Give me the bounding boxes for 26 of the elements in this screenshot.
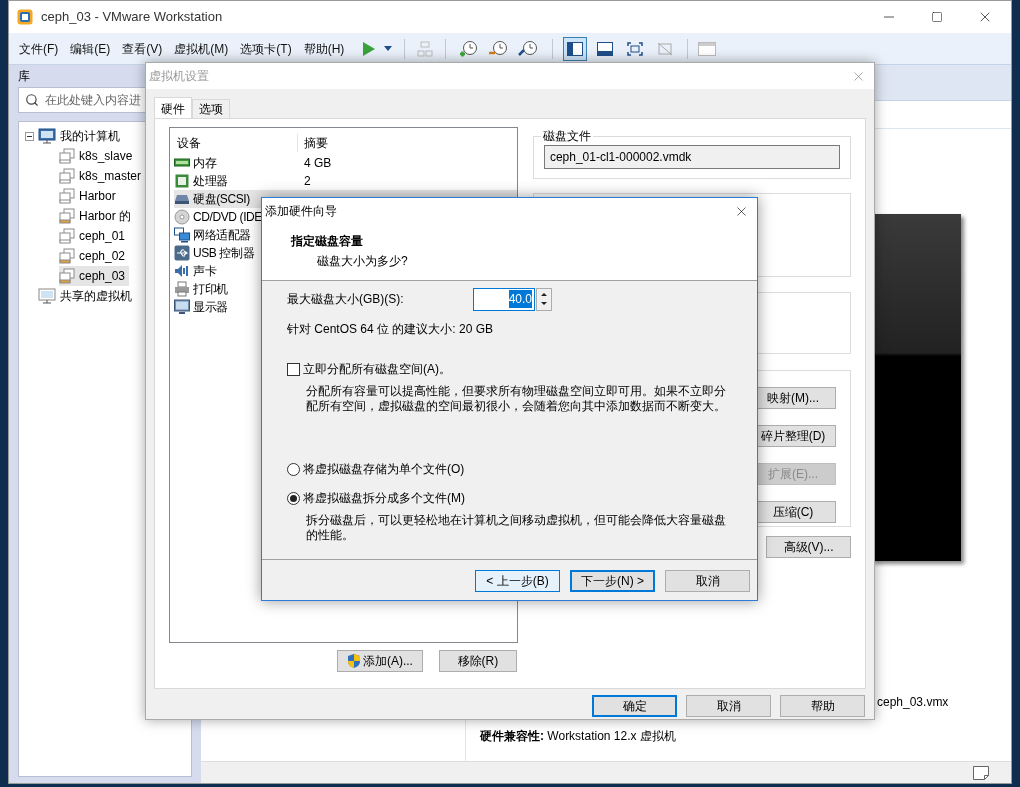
device-name: 声卡 xyxy=(193,263,217,280)
device-name: 内存 xyxy=(193,155,217,172)
library-title: 库 xyxy=(18,68,30,85)
compatibility-text: 硬件兼容性: Workstation 12.x 虚拟机 xyxy=(480,728,677,745)
allocate-description: 分配所有容量可以提高性能，但要求所有物理磁盘空间立即可用。如果不立即分配所有空间，虚拟磁盘的空间最初很小，会随着您向其中添加数据而不断变大。 xyxy=(305,384,727,414)
recommendation-text: 针对 CentOS 64 位 的建议大小: 20 GB xyxy=(287,321,495,338)
field-label: 最大磁盘大小(GB)(S): xyxy=(287,291,405,308)
device-name: USB 控制器 xyxy=(193,245,255,262)
wizard-subheading: 磁盘大小为多少? xyxy=(316,253,409,270)
device-name: 打印机 xyxy=(193,281,228,298)
tree-label: 共享的虚拟机 xyxy=(60,288,132,305)
dialog-title: 虚拟机设置 xyxy=(149,68,209,85)
split-description: 拆分磁盘后，可以更轻松地在计算机之间移动虚拟机，但可能会降低大容量磁盘的性能。 xyxy=(305,513,727,543)
device-summary: 2 xyxy=(303,173,311,190)
window-title: ceph_03 - VMware Workstation xyxy=(41,8,223,27)
device-name: 处理器 xyxy=(193,173,228,190)
device-name: 硬盘(SCSI) xyxy=(193,191,250,208)
tree-label: 我的计算机 xyxy=(60,128,120,145)
config-file-path: ceph_03.vmx xyxy=(877,694,949,711)
device-name: 网络适配器 xyxy=(193,227,251,244)
dialog-title: 添加硬件向导 xyxy=(265,203,337,220)
device-summary: 4 GB xyxy=(303,155,332,172)
group-label: 磁盘文件 xyxy=(541,128,592,145)
wizard-heading: 指定磁盘容量 xyxy=(291,233,364,250)
device-name: 显示器 xyxy=(193,299,228,316)
device-name: CD/DVD (IDE xyxy=(193,209,262,226)
